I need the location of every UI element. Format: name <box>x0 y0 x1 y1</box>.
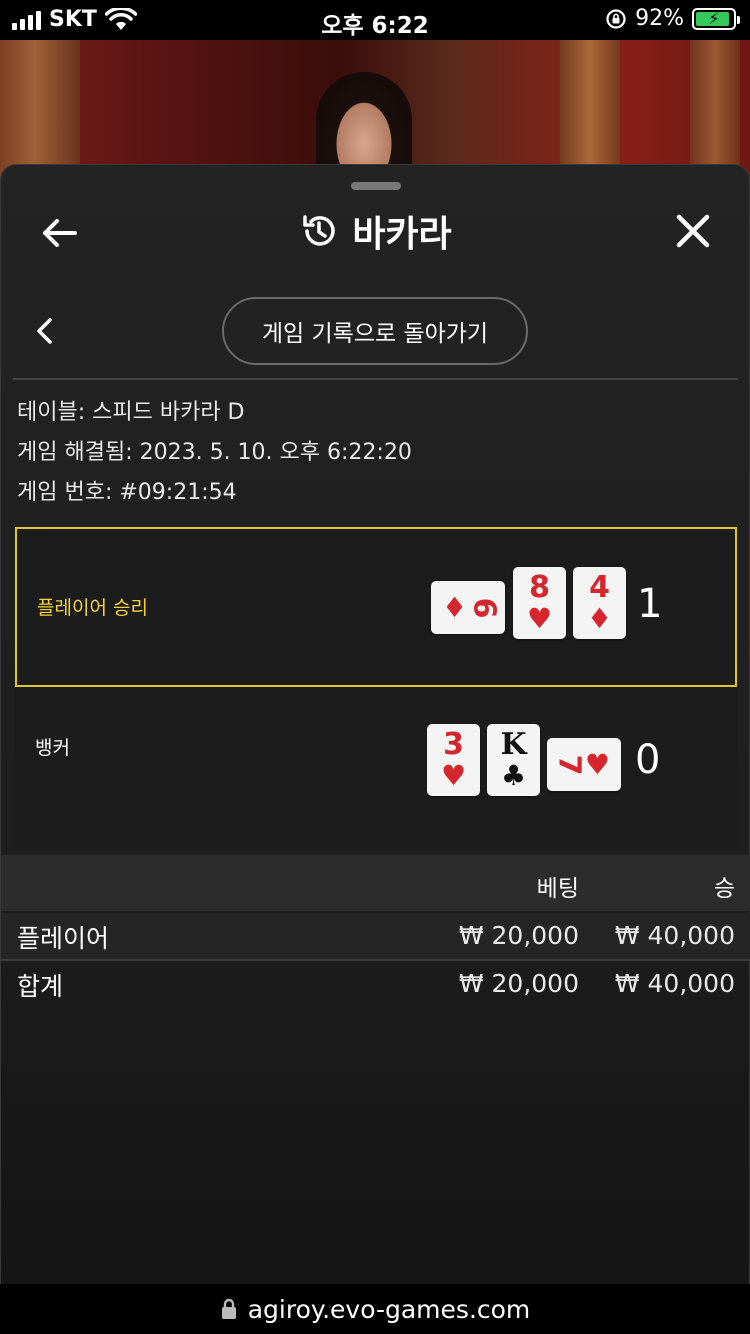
card-banker-2: K ♣ <box>487 724 540 796</box>
sheet-header: 바카라 <box>1 195 750 271</box>
battery-percent: 92% <box>635 6 684 31</box>
resolved-time: 게임 해결됨: 2023. 5. 10. 오후 6:22:20 <box>17 440 412 465</box>
win-column-header: 승 <box>713 876 735 902</box>
total-bet-amount: ₩ 20,000 <box>458 969 579 998</box>
card-player-3: 4 ♦ <box>573 567 626 639</box>
table-name: 테이블: 스피드 바카라 D <box>17 400 245 425</box>
card-banker-1: 3 ♥ <box>427 724 480 796</box>
player-result: 플레이어 승리 ♦ 6 8 ♥ 4 ♦ 1 <box>15 527 737 687</box>
page-title: 바카라 <box>352 214 452 255</box>
rotation-lock-icon <box>606 8 626 29</box>
game-info: 테이블: 스피드 바카라 D 게임 해결됨: 2023. 5. 10. 오후 6… <box>17 393 412 513</box>
card-player-1: ♦ 6 <box>431 581 505 634</box>
banker-score: 0 <box>635 737 661 783</box>
game-number: 게임 번호: #09:21:54 <box>17 480 237 505</box>
close-icon[interactable] <box>673 211 713 251</box>
table-row: 플레이어 ₩ 20,000 ₩ 40,000 <box>1 913 750 959</box>
total-label: 합계 <box>17 972 64 1001</box>
url-bar[interactable]: agiroy.evo-games.com <box>0 1284 750 1334</box>
url-text: agiroy.evo-games.com <box>247 1294 531 1324</box>
card-player-2: 8 ♥ <box>513 567 566 639</box>
sheet-grabber[interactable] <box>351 182 401 190</box>
bet-column-header: 베팅 <box>536 876 579 902</box>
battery-icon: ⚡ <box>692 7 740 30</box>
divider <box>13 378 738 380</box>
history-sheet: 바카라 게임 기록으로 돌아가기 테이블: 스피드 바카라 D 게임 해결됨: … <box>0 164 750 1284</box>
total-win-amount: ₩ 40,000 <box>614 969 735 998</box>
card-banker-3: 7 ♥ <box>547 738 621 791</box>
lock-icon <box>221 1298 236 1319</box>
bet-name: 플레이어 <box>17 924 110 953</box>
chevron-left-icon[interactable] <box>35 317 55 345</box>
win-amount: ₩ 40,000 <box>614 921 735 950</box>
sub-navigation: 게임 기록으로 돌아가기 <box>1 295 750 367</box>
back-to-history-button[interactable]: 게임 기록으로 돌아가기 <box>222 297 528 365</box>
bets-table-header: 베팅 승 <box>1 855 750 911</box>
history-icon <box>303 215 336 246</box>
player-score: 1 <box>637 581 663 627</box>
player-result-label: 플레이어 승리 <box>37 597 148 619</box>
live-video-background <box>0 40 750 180</box>
bet-amount: ₩ 20,000 <box>458 921 579 950</box>
status-bar: SKT 오후 6:22 92% ⚡ <box>0 0 750 40</box>
table-row-total: 합계 ₩ 20,000 ₩ 40,000 <box>1 961 750 1007</box>
banker-result: 뱅커 3 ♥ K ♣ 7 ♥ 0 <box>15 687 737 845</box>
banker-result-label: 뱅커 <box>35 737 70 759</box>
